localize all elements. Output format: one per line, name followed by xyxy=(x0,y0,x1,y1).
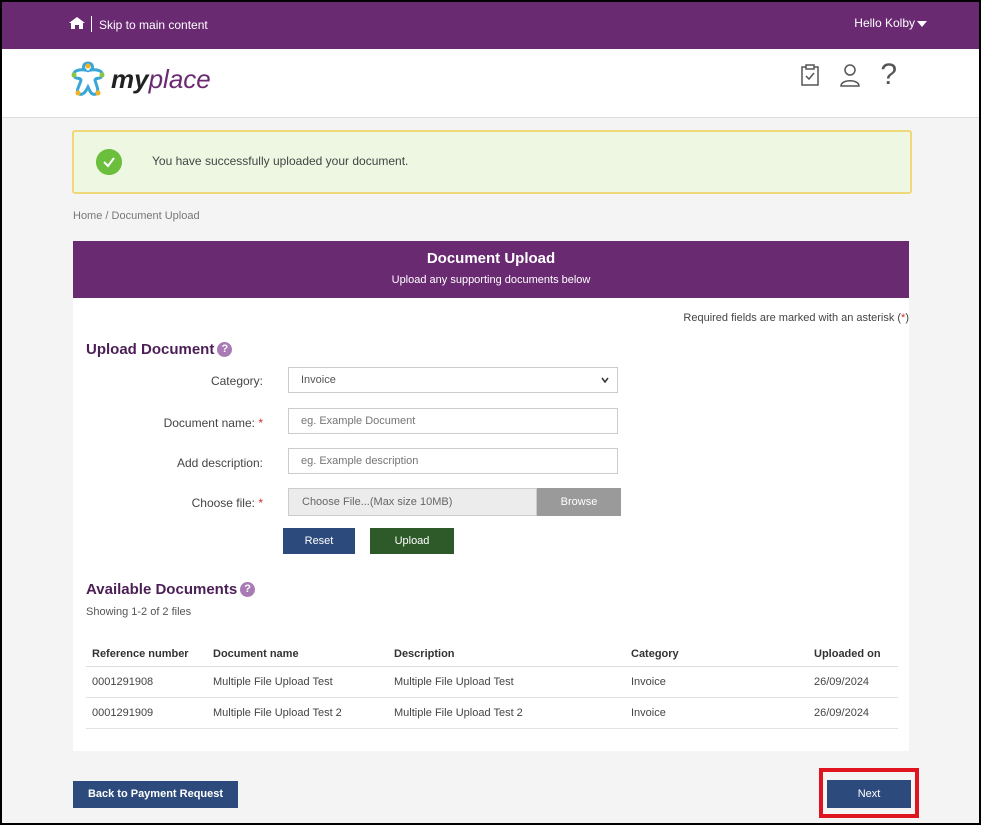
description-input[interactable] xyxy=(288,448,618,474)
table-row[interactable]: 0001291909 Multiple File Upload Test 2 M… xyxy=(86,697,898,729)
table-row[interactable]: 0001291908 Multiple File Upload Test Mul… xyxy=(86,666,898,698)
greeting-label: Hello Kolby xyxy=(854,16,915,30)
skip-to-main-link[interactable]: Skip to main content xyxy=(99,18,208,32)
required-note: Required fields are marked with an aster… xyxy=(683,312,909,324)
myplace-logo[interactable]: myplace xyxy=(69,59,211,99)
chevron-down-icon xyxy=(601,377,609,384)
table-cell: 0001291909 xyxy=(86,697,207,729)
table-cell: Multiple File Upload Test 2 xyxy=(207,697,388,729)
breadcrumb[interactable]: Home / Document Upload xyxy=(73,210,200,222)
user-profile-icon[interactable] xyxy=(838,62,862,88)
panel-header: Document Upload Upload any supporting do… xyxy=(73,241,909,298)
result-count: Showing 1-2 of 2 files xyxy=(86,606,192,618)
column-header: Category xyxy=(625,628,808,667)
document-name-label: Document name: * xyxy=(163,416,263,430)
table-cell: 26/09/2024 xyxy=(808,697,898,729)
help-icon[interactable]: ? xyxy=(217,342,233,357)
top-bar: Skip to main content Hello Kolby xyxy=(2,2,979,49)
table-cell: Invoice xyxy=(625,666,808,698)
table-cell: Multiple File Upload Test 2 xyxy=(388,697,625,729)
column-header: Uploaded on xyxy=(808,628,898,667)
choose-file-label: Choose file: * xyxy=(191,496,263,510)
home-icon[interactable] xyxy=(68,16,86,30)
file-picker[interactable]: Choose File...(Max size 10MB) Browse xyxy=(288,488,621,516)
table-header-row: Reference number Document name Descripti… xyxy=(86,628,898,667)
table-cell: 26/09/2024 xyxy=(808,666,898,698)
table-cell: 0001291908 xyxy=(86,666,207,698)
divider xyxy=(91,16,92,32)
documents-table: Reference number Document name Descripti… xyxy=(86,628,898,729)
user-menu[interactable]: Hello Kolby xyxy=(854,16,927,30)
available-documents-heading: Available Documents ? xyxy=(86,581,256,598)
column-header: Description xyxy=(388,628,625,667)
success-check-icon xyxy=(96,149,122,175)
star-people-logo-icon xyxy=(71,61,105,96)
upload-button[interactable]: Upload xyxy=(370,528,454,554)
upload-document-heading: Upload Document ? xyxy=(86,341,233,358)
file-input[interactable]: Choose File...(Max size 10MB) xyxy=(288,488,537,516)
table-cell: Multiple File Upload Test xyxy=(388,666,625,698)
site-header: myplace ? xyxy=(2,49,979,118)
brand-wordmark: myplace xyxy=(111,63,211,94)
description-label: Add description: xyxy=(176,456,263,470)
category-select[interactable]: Invoice xyxy=(288,367,618,393)
column-header: Reference number xyxy=(86,628,207,667)
clipboard-check-icon[interactable] xyxy=(800,63,820,87)
table-cell: Multiple File Upload Test xyxy=(207,666,388,698)
document-upload-panel: Document Upload Upload any supporting do… xyxy=(73,241,909,751)
success-alert: You have successfully uploaded your docu… xyxy=(72,130,912,194)
help-icon[interactable]: ? xyxy=(880,60,897,90)
back-to-payment-request-button[interactable]: Back to Payment Request xyxy=(73,781,238,808)
help-icon[interactable]: ? xyxy=(240,582,256,597)
category-label: Category: xyxy=(210,374,263,388)
browse-button[interactable]: Browse xyxy=(537,488,621,516)
next-button[interactable]: Next xyxy=(827,780,911,808)
reset-button[interactable]: Reset xyxy=(283,528,355,554)
document-name-input[interactable] xyxy=(288,408,618,434)
caret-down-icon xyxy=(917,20,927,27)
header-icons: ? xyxy=(800,60,897,90)
table-cell: Invoice xyxy=(625,697,808,729)
panel-title: Document Upload xyxy=(426,250,556,267)
alert-message: You have successfully uploaded your docu… xyxy=(152,154,409,168)
column-header: Document name xyxy=(207,628,388,667)
app-frame: Skip to main content Hello Kolby myplace xyxy=(0,0,981,825)
panel-subtitle: Upload any supporting documents below xyxy=(391,274,591,286)
